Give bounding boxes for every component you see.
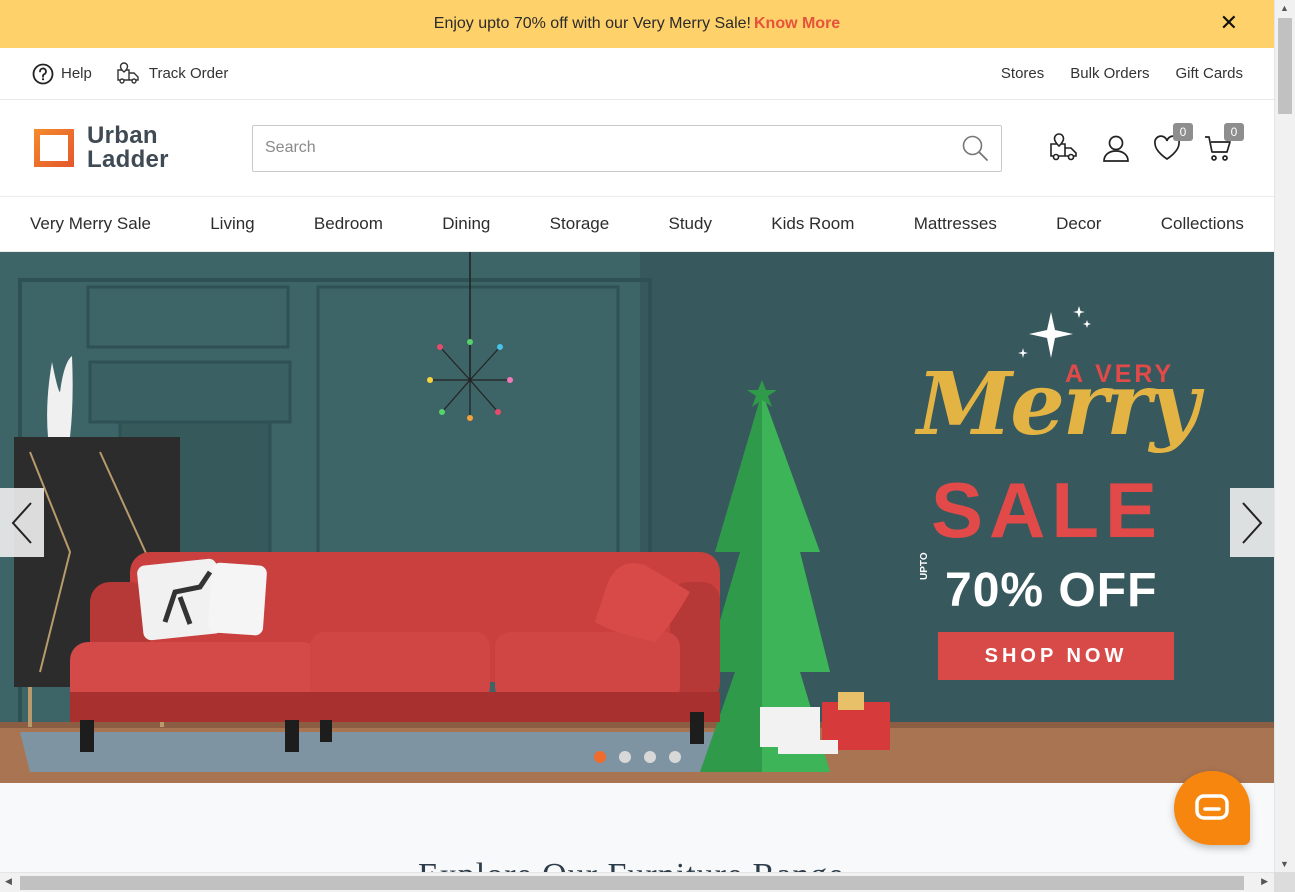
- wishlist-button[interactable]: 0: [1151, 123, 1193, 164]
- scroll-right-icon[interactable]: ▶: [1261, 876, 1268, 887]
- help-icon: [32, 63, 54, 84]
- nav-item-decor[interactable]: Decor: [1056, 214, 1101, 234]
- nav-item-very-merry-sale[interactable]: Very Merry Sale: [30, 214, 151, 234]
- carousel-dot[interactable]: [594, 751, 606, 763]
- nav-item-kids-room[interactable]: Kids Room: [771, 214, 854, 234]
- carousel-dot[interactable]: [619, 751, 631, 763]
- explore-section: Explore Our Furniture Range: [0, 783, 1274, 872]
- chevron-right-icon: [1242, 501, 1263, 544]
- carousel-prev-button[interactable]: [0, 488, 44, 557]
- nav-item-living[interactable]: Living: [210, 214, 254, 234]
- search-box[interactable]: [252, 124, 1002, 172]
- scroll-left-icon[interactable]: ◀: [5, 876, 12, 887]
- nav-item-bedroom[interactable]: Bedroom: [314, 214, 383, 234]
- hero-carousel[interactable]: Merry A VERY SALE UPTO 70% OFF SHOP NOW: [0, 252, 1274, 783]
- truck-location-icon: [1050, 133, 1077, 161]
- wishlist-count-badge: 0: [1173, 123, 1193, 141]
- section-title: Explore Our Furniture Range: [418, 857, 844, 872]
- nav-item-dining[interactable]: Dining: [442, 214, 490, 234]
- sale-text: SALE: [931, 466, 1164, 554]
- chat-widget-button[interactable]: [1174, 771, 1250, 845]
- shop-now-button[interactable]: SHOP NOW: [938, 632, 1174, 680]
- a-very-text: A VERY: [1065, 360, 1175, 388]
- know-more-link[interactable]: Know More: [754, 15, 840, 33]
- nav-item-mattresses[interactable]: Mattresses: [914, 214, 997, 234]
- logo-word-urban: Urban: [87, 122, 158, 149]
- chevron-left-icon: [11, 501, 32, 544]
- cart-button[interactable]: 0: [1202, 123, 1244, 164]
- urban-ladder-logo[interactable]: Urban Ladder: [32, 124, 252, 172]
- nav-item-study[interactable]: Study: [669, 214, 712, 234]
- stores-link[interactable]: Stores: [1001, 65, 1044, 82]
- close-promo-icon[interactable]: ✕: [1220, 12, 1238, 34]
- nav-item-storage[interactable]: Storage: [550, 214, 610, 234]
- bulk-orders-link[interactable]: Bulk Orders: [1070, 65, 1149, 82]
- vertical-scroll-thumb[interactable]: [1278, 18, 1292, 114]
- track-order-link[interactable]: Track Order: [116, 61, 228, 87]
- browser-viewport: Enjoy upto 70% off with our Very Merry S…: [0, 0, 1274, 872]
- nav-item-collections[interactable]: Collections: [1161, 214, 1244, 234]
- carousel-dot[interactable]: [669, 751, 681, 763]
- chat-bubble-icon: [1195, 794, 1229, 820]
- category-nav: Very Merry Sale Living Bedroom Dining St…: [0, 197, 1274, 252]
- carousel-next-button[interactable]: [1230, 488, 1274, 557]
- logo-mark-icon: [34, 129, 74, 167]
- track-order-label: Track Order: [148, 65, 229, 82]
- scroll-down-icon[interactable]: ▼: [1280, 859, 1289, 869]
- scroll-up-icon[interactable]: ▲: [1280, 3, 1289, 13]
- horizontal-scrollbar[interactable]: ◀ ▶: [0, 872, 1274, 892]
- promo-text: Enjoy upto 70% off with our Very Merry S…: [433, 15, 751, 32]
- carousel-dots: [594, 751, 681, 763]
- search-input[interactable]: [265, 139, 961, 157]
- utility-bar: Help Track Order Stores Bulk Orders Gift…: [0, 48, 1274, 100]
- search-icon[interactable]: [961, 134, 989, 162]
- promo-banner: Enjoy upto 70% off with our Very Merry S…: [0, 0, 1274, 48]
- help-link[interactable]: Help: [32, 63, 92, 85]
- account-button[interactable]: [1100, 132, 1132, 164]
- truck-location-icon: [117, 61, 139, 84]
- help-label: Help: [61, 65, 92, 82]
- horizontal-scroll-thumb[interactable]: [20, 876, 1244, 890]
- main-header: Urban Ladder 0 0: [0, 100, 1274, 197]
- gift-cards-link[interactable]: Gift Cards: [1175, 65, 1243, 82]
- user-icon: [1103, 135, 1129, 162]
- scrollbar-corner: [1274, 872, 1295, 892]
- cart-count-badge: 0: [1224, 123, 1244, 141]
- logo-word-ladder: Ladder: [87, 146, 169, 173]
- discount-text: 70% OFF: [945, 564, 1158, 617]
- carousel-dot[interactable]: [644, 751, 656, 763]
- track-order-button[interactable]: [1049, 132, 1081, 164]
- sale-banner[interactable]: Merry A VERY SALE UPTO 70% OFF SHOP NOW: [905, 302, 1205, 702]
- upto-text: UPTO: [919, 552, 930, 580]
- vertical-scrollbar[interactable]: ▲ ▼: [1274, 0, 1295, 872]
